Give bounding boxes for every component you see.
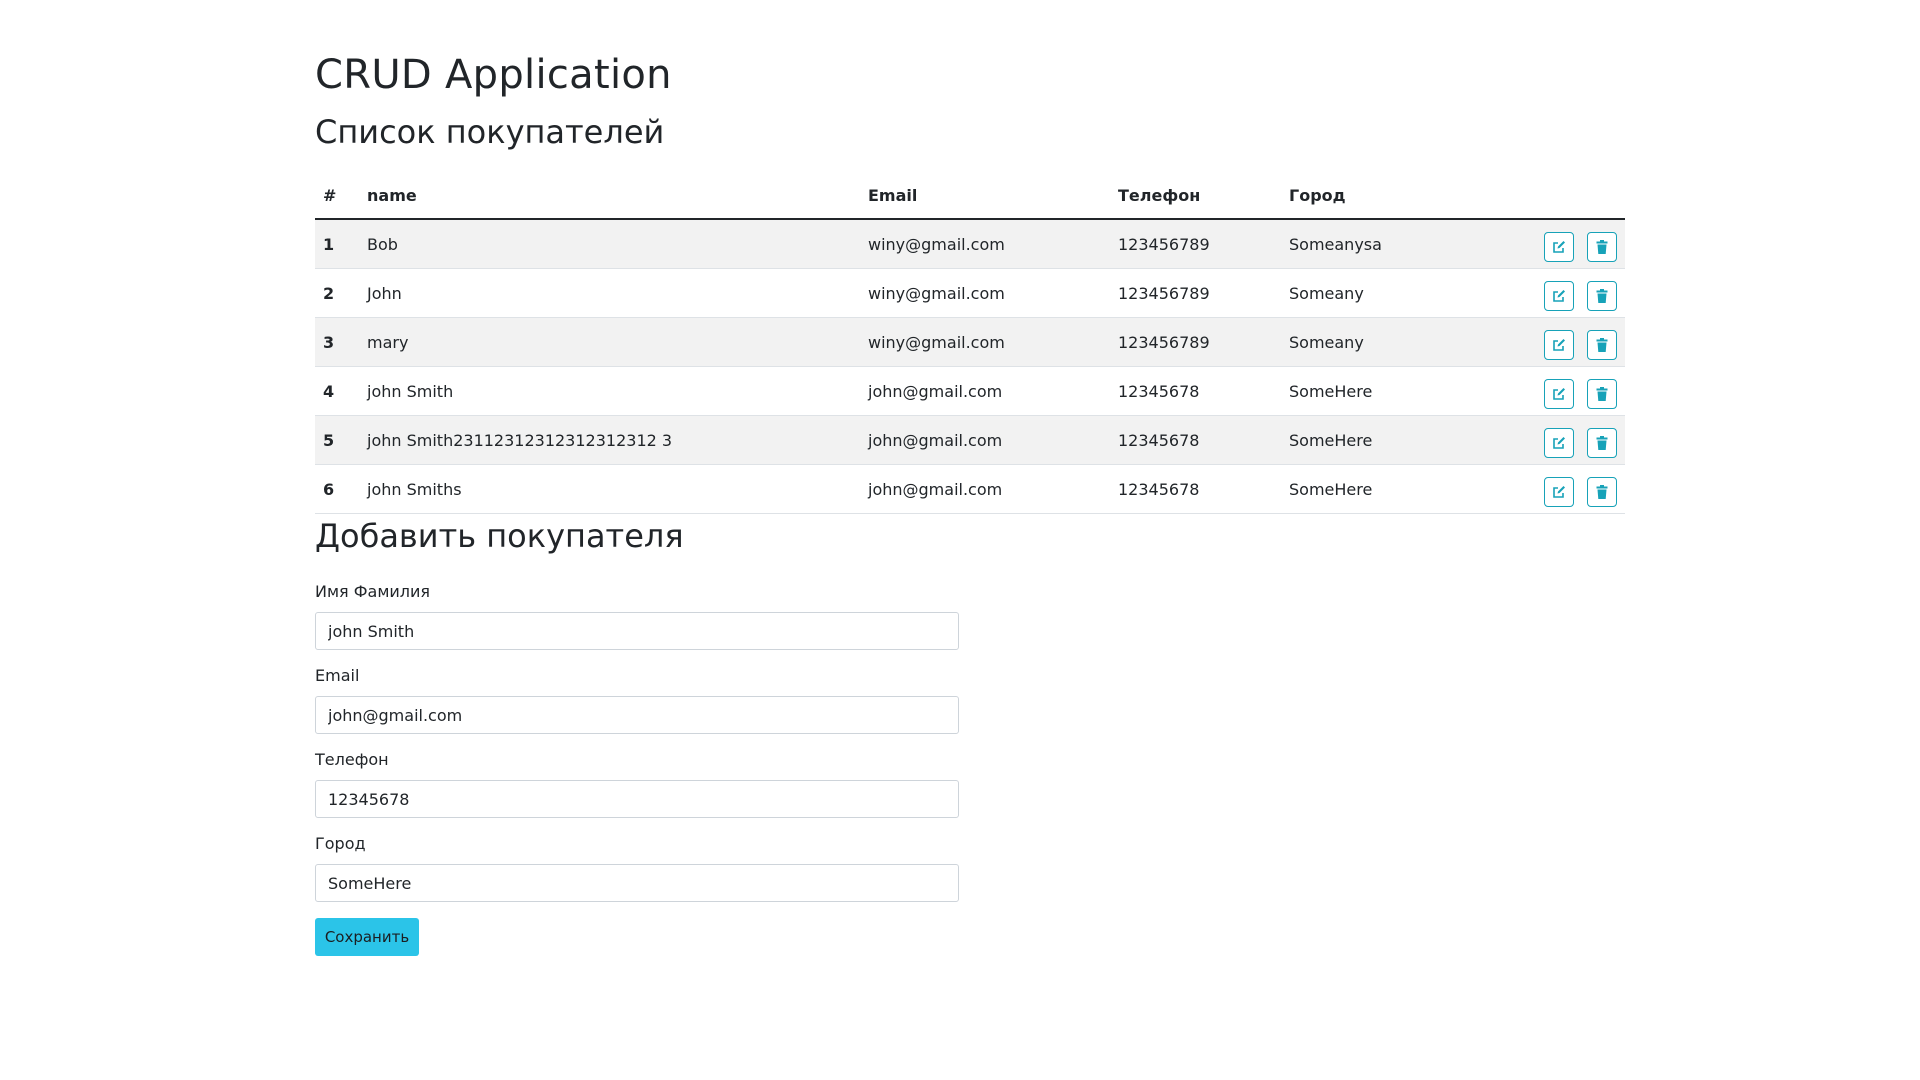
table-row: 1 Bob winy@gmail.com 123456789 Someanysa bbox=[315, 218, 1625, 269]
edit-icon bbox=[1553, 486, 1565, 498]
row-email: winy@gmail.com bbox=[860, 317, 1110, 367]
table-row: 3 mary winy@gmail.com 123456789 Someany bbox=[315, 317, 1625, 367]
add-customer-title: Добавить покупателя bbox=[315, 517, 684, 555]
row-actions bbox=[1481, 415, 1625, 465]
edit-icon bbox=[1553, 388, 1565, 400]
row-phone: 12345678 bbox=[1110, 366, 1281, 416]
row-email: john@gmail.com bbox=[860, 464, 1110, 514]
column-header-number: # bbox=[315, 172, 359, 220]
name-label: Имя Фамилия bbox=[315, 582, 431, 601]
row-name: John bbox=[359, 268, 860, 318]
row-actions bbox=[1481, 366, 1625, 416]
edit-button[interactable] bbox=[1543, 232, 1574, 262]
edit-icon bbox=[1553, 437, 1565, 449]
row-email: winy@gmail.com bbox=[860, 218, 1110, 269]
column-header-actions bbox=[1481, 172, 1625, 220]
row-actions bbox=[1481, 218, 1625, 269]
row-email: winy@gmail.com bbox=[860, 268, 1110, 318]
city-form-group: Город bbox=[315, 832, 1625, 902]
name-input[interactable] bbox=[315, 612, 959, 650]
row-email: john@gmail.com bbox=[860, 366, 1110, 416]
delete-button[interactable] bbox=[1587, 281, 1617, 311]
trash-icon bbox=[1596, 485, 1608, 499]
row-number: 1 bbox=[315, 218, 359, 269]
row-city: Someany bbox=[1281, 317, 1481, 367]
row-name: Bob bbox=[359, 218, 860, 269]
row-city: SomeHere bbox=[1281, 464, 1481, 514]
table-row: 5 john Smith23112312312312312312 3 john@… bbox=[315, 415, 1625, 465]
delete-button[interactable] bbox=[1587, 330, 1617, 360]
email-input[interactable] bbox=[315, 696, 959, 734]
email-label: Email bbox=[315, 666, 360, 685]
row-number: 5 bbox=[315, 415, 359, 465]
row-name: john Smith23112312312312312312 3 bbox=[359, 415, 860, 465]
edit-button[interactable] bbox=[1543, 330, 1574, 360]
edit-icon bbox=[1553, 339, 1565, 351]
edit-icon bbox=[1553, 241, 1565, 253]
row-city: SomeHere bbox=[1281, 366, 1481, 416]
edit-icon bbox=[1553, 290, 1565, 302]
save-button[interactable]: Сохранить bbox=[315, 918, 419, 956]
edit-button[interactable] bbox=[1543, 477, 1574, 507]
row-name: john Smith bbox=[359, 366, 860, 416]
delete-button[interactable] bbox=[1587, 477, 1617, 507]
row-actions bbox=[1481, 317, 1625, 367]
row-phone: 12345678 bbox=[1110, 415, 1281, 465]
phone-input[interactable] bbox=[315, 780, 959, 818]
row-email: john@gmail.com bbox=[860, 415, 1110, 465]
trash-icon bbox=[1596, 289, 1608, 303]
customer-list-title: Список покупателей bbox=[315, 113, 665, 151]
row-number: 6 bbox=[315, 464, 359, 514]
email-form-group: Email bbox=[315, 664, 1625, 734]
edit-button[interactable] bbox=[1543, 379, 1574, 409]
row-number: 3 bbox=[315, 317, 359, 367]
city-input[interactable] bbox=[315, 864, 959, 902]
row-phone: 123456789 bbox=[1110, 218, 1281, 269]
row-phone: 123456789 bbox=[1110, 317, 1281, 367]
row-phone: 12345678 bbox=[1110, 464, 1281, 514]
trash-icon bbox=[1596, 338, 1608, 352]
city-label: Город bbox=[315, 834, 366, 853]
row-city: Someany bbox=[1281, 268, 1481, 318]
row-number: 4 bbox=[315, 366, 359, 416]
trash-icon bbox=[1596, 387, 1608, 401]
column-header-email: Email bbox=[860, 172, 1110, 220]
row-name: john Smiths bbox=[359, 464, 860, 514]
row-number: 2 bbox=[315, 268, 359, 318]
column-header-name: name bbox=[359, 172, 860, 220]
delete-button[interactable] bbox=[1587, 428, 1617, 458]
app-title: CRUD Application bbox=[315, 52, 672, 98]
table-row: 6 john Smiths john@gmail.com 12345678 So… bbox=[315, 464, 1625, 514]
edit-button[interactable] bbox=[1543, 428, 1574, 458]
row-city: SomeHere bbox=[1281, 415, 1481, 465]
column-header-city: Город bbox=[1281, 172, 1481, 220]
edit-button[interactable] bbox=[1543, 281, 1574, 311]
column-header-phone: Телефон bbox=[1110, 172, 1281, 220]
row-city: Someanysa bbox=[1281, 218, 1481, 269]
delete-button[interactable] bbox=[1587, 232, 1617, 262]
phone-label: Телефон bbox=[315, 750, 389, 769]
name-form-group: Имя Фамилия bbox=[315, 580, 1625, 650]
trash-icon bbox=[1596, 240, 1608, 254]
trash-icon bbox=[1596, 436, 1608, 450]
table-row: 4 john Smith john@gmail.com 12345678 Som… bbox=[315, 366, 1625, 416]
row-phone: 123456789 bbox=[1110, 268, 1281, 318]
table-header-row: # name Email Телефон Город bbox=[315, 172, 1625, 220]
table-row: 2 John winy@gmail.com 123456789 Someany bbox=[315, 268, 1625, 318]
main-container: CRUD Application Список покупателей # na… bbox=[315, 40, 1625, 956]
customers-table: # name Email Телефон Город 1 Bob winy@gm… bbox=[315, 172, 1625, 514]
row-actions bbox=[1481, 268, 1625, 318]
row-actions bbox=[1481, 464, 1625, 514]
phone-form-group: Телефон bbox=[315, 748, 1625, 818]
delete-button[interactable] bbox=[1587, 379, 1617, 409]
row-name: mary bbox=[359, 317, 860, 367]
